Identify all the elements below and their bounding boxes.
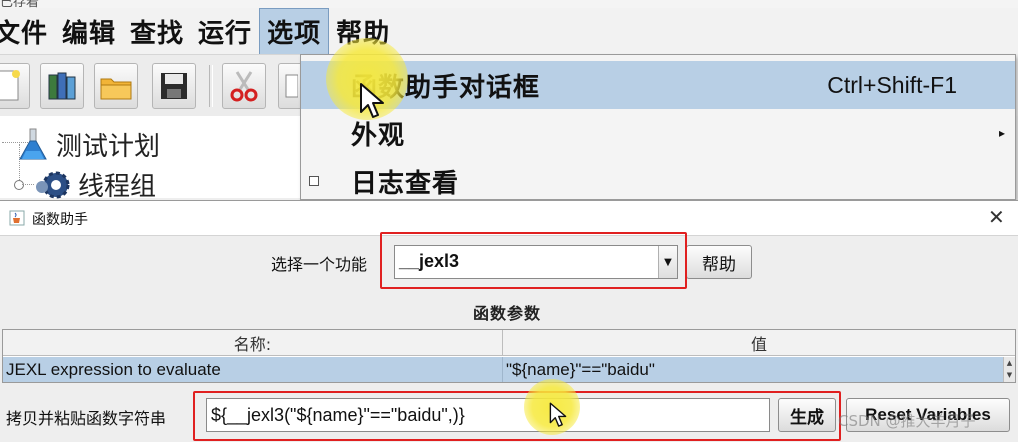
test-plan-flask-icon (19, 128, 47, 159)
column-header-name[interactable]: 名称: (3, 330, 503, 356)
dialog-title: 函数助手 (32, 212, 88, 228)
window-title-strip: 已存着 (0, 0, 1018, 8)
menu-file[interactable]: 文件 (0, 8, 55, 54)
checkbox-icon[interactable] (309, 176, 319, 186)
submenu-arrow-icon: ▸ (998, 126, 1005, 140)
menu-edit[interactable]: 编辑 (55, 8, 123, 54)
open-button[interactable] (94, 63, 138, 109)
function-params-title: 函数参数 (473, 304, 542, 323)
new-document-icon (0, 70, 20, 101)
menubar: 文件 编辑 查找 运行 选项 帮助 (0, 8, 1018, 54)
tree-expand-handle[interactable] (14, 180, 24, 190)
tree-connector (22, 184, 34, 185)
watermark: CSDN @推大羊月子 (838, 412, 976, 430)
menu-options[interactable]: 选项 (259, 8, 330, 54)
param-name-cell[interactable]: JEXL expression to evaluate (3, 357, 503, 382)
function-string-label: 拷贝并粘贴函数字符串 (6, 409, 167, 428)
menu-item-log-viewer[interactable]: 日志查看 (301, 157, 1015, 205)
tree-node-label: 测试计划 (56, 132, 161, 162)
new-document-button[interactable] (0, 63, 30, 109)
cut-icon (230, 71, 258, 102)
help-button[interactable]: 帮助 (686, 245, 752, 279)
menu-item-label: 日志查看 (351, 168, 460, 199)
table-scrollbar[interactable]: ▲ ▼ (1003, 357, 1015, 382)
save-button[interactable] (152, 63, 196, 109)
templates-button[interactable] (40, 63, 84, 109)
function-helper-dialog: 函数助手 ✕ 选择一个功能 __jexl3 ▼ 帮助 函数参数 名称: 值 JE… (0, 200, 1018, 442)
options-menu-dropdown: 函数助手对话框 Ctrl+Shift-F1 外观 ▸ 日志查看 (300, 54, 1016, 200)
menu-item-appearance[interactable]: 外观 ▸ (301, 109, 1015, 157)
menu-item-function-helper[interactable]: 函数助手对话框 Ctrl+Shift-F1 (301, 61, 1015, 109)
menu-item-label: 函数助手对话框 (351, 72, 541, 103)
function-select-label: 选择一个功能 (271, 255, 368, 274)
tree-node-test-plan[interactable]: 测试计划 (16, 126, 160, 163)
copy-button[interactable] (278, 63, 300, 109)
param-value-cell[interactable]: "${name}"=="baidu" (503, 357, 1003, 382)
open-folder-icon (100, 78, 132, 100)
thread-group-gear-icon (36, 171, 70, 198)
menu-help[interactable]: 帮助 (329, 8, 397, 54)
menu-search[interactable]: 查找 (123, 8, 191, 54)
tree-node-label: 线程组 (78, 172, 157, 202)
annotation-box (380, 232, 687, 289)
templates-icon (48, 72, 76, 100)
java-cup-icon (9, 210, 25, 226)
close-icon[interactable]: ✕ (988, 205, 1005, 229)
annotation-box (193, 391, 841, 441)
window-title: 已存着 (0, 0, 40, 8)
copy-icon (285, 74, 298, 98)
menu-item-label: 外观 (351, 120, 406, 151)
column-header-value[interactable]: 值 (503, 330, 1015, 356)
save-icon (161, 73, 187, 99)
toolbar-separator (209, 65, 213, 107)
toolbar (0, 54, 300, 117)
menu-run[interactable]: 运行 (191, 8, 259, 54)
cut-button[interactable] (222, 63, 266, 109)
params-table: 名称: 值 JEXL expression to evaluate "${nam… (2, 329, 1016, 383)
test-plan-tree: 测试计划 线程组 (0, 116, 300, 202)
tree-node-thread-group[interactable]: 线程组 (34, 166, 156, 203)
dialog-titlebar: 函数助手 ✕ (0, 201, 1018, 236)
menu-item-shortcut: Ctrl+Shift-F1 (827, 71, 957, 98)
